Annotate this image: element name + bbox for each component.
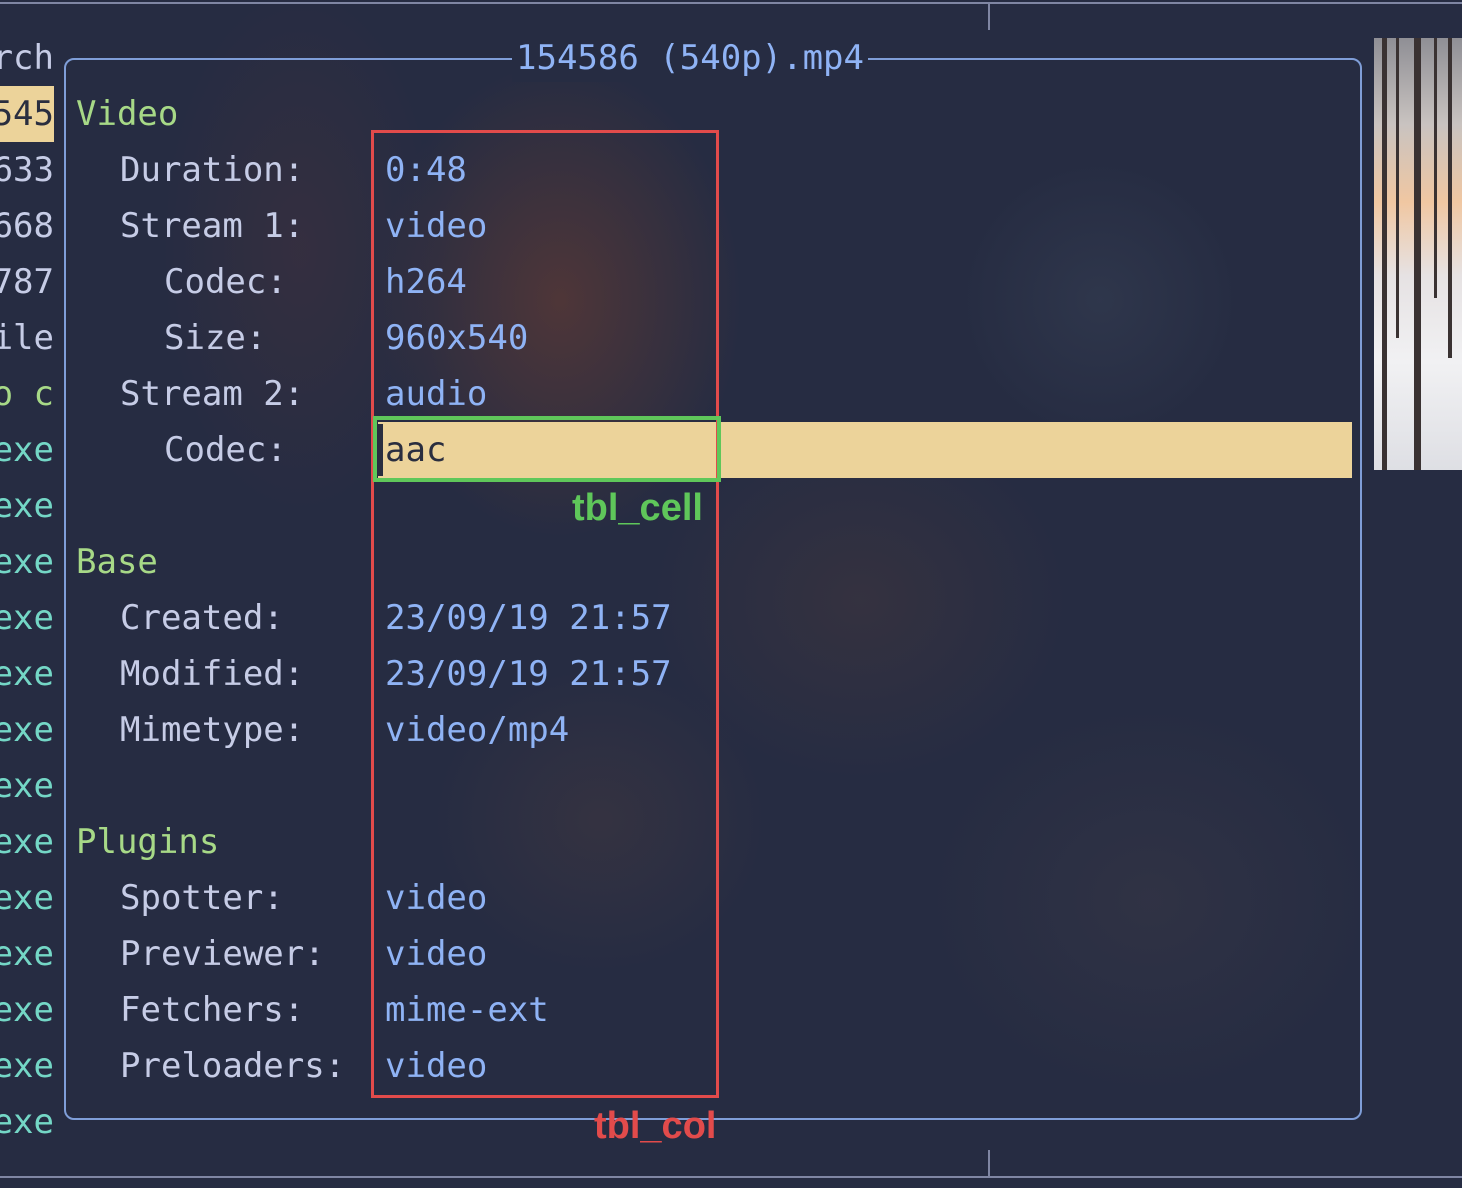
file-list-item[interactable]: 633 xyxy=(0,142,54,198)
file-list-item[interactable]: 545 xyxy=(0,86,54,142)
file-list-item[interactable]: ile xyxy=(0,310,54,366)
file-list-item[interactable]: 668 xyxy=(0,198,54,254)
row-label: Duration: xyxy=(120,150,305,190)
file-list-item[interactable]: exe xyxy=(0,646,54,702)
file-list-item[interactable]: exe xyxy=(0,422,54,478)
row-label: Codec: xyxy=(164,430,287,470)
frame-top-border xyxy=(0,2,1462,4)
row-label: Stream 2: xyxy=(120,374,305,414)
row-label: Size: xyxy=(164,318,267,358)
file-list-pane: rch 545 633 668 787 ile o c exe exe exe exe exe exe e… xyxy=(0,30,56,1160)
file-list-item[interactable]: exe xyxy=(0,814,54,870)
frame-divider-top xyxy=(988,2,990,30)
row-label: Spotter: xyxy=(120,878,284,918)
file-list-item[interactable]: rch xyxy=(0,30,54,86)
row-label: Codec: xyxy=(164,262,287,302)
file-list-item[interactable]: exe xyxy=(0,534,54,590)
frame-divider-bottom xyxy=(988,1150,990,1178)
file-list-item[interactable]: o c xyxy=(0,366,54,422)
file-list-item[interactable]: exe xyxy=(0,1094,54,1150)
row-label: Previewer: xyxy=(120,934,325,974)
section-heading: Plugins xyxy=(76,822,220,862)
tbl-col-annotation-box xyxy=(371,130,719,1098)
file-list-item[interactable]: exe xyxy=(0,1038,54,1094)
file-list-item[interactable]: exe xyxy=(0,982,54,1038)
row-label: Preloaders: xyxy=(120,1046,346,1086)
row-label: Stream 1: xyxy=(120,206,305,246)
file-list-item[interactable]: exe xyxy=(0,926,54,982)
tbl-cell-annotation-box xyxy=(373,416,721,482)
file-list-item[interactable]: exe xyxy=(0,870,54,926)
popup-title: 154586 (540p).mp4 xyxy=(512,34,868,82)
tbl-cell-annotation-label: tbl_cell xyxy=(572,487,703,529)
row-label: Mimetype: xyxy=(120,710,305,750)
row-label: Created: xyxy=(120,598,284,638)
file-list-item[interactable]: exe xyxy=(0,702,54,758)
file-list-item[interactable]: exe xyxy=(0,590,54,646)
section-heading: Video xyxy=(76,94,179,134)
file-list-item[interactable]: exe xyxy=(0,478,54,534)
file-list-item[interactable]: 787 xyxy=(0,254,54,310)
section-heading: Base xyxy=(76,542,158,582)
frame-bottom-border xyxy=(0,1176,1462,1178)
tbl-col-annotation-label: tbl_col xyxy=(594,1105,717,1147)
row-label: Fetchers: xyxy=(120,990,305,1030)
file-list-item[interactable]: exe xyxy=(0,758,54,814)
row-label: Modified: xyxy=(120,654,305,694)
preview-thumbnail xyxy=(1374,38,1462,470)
